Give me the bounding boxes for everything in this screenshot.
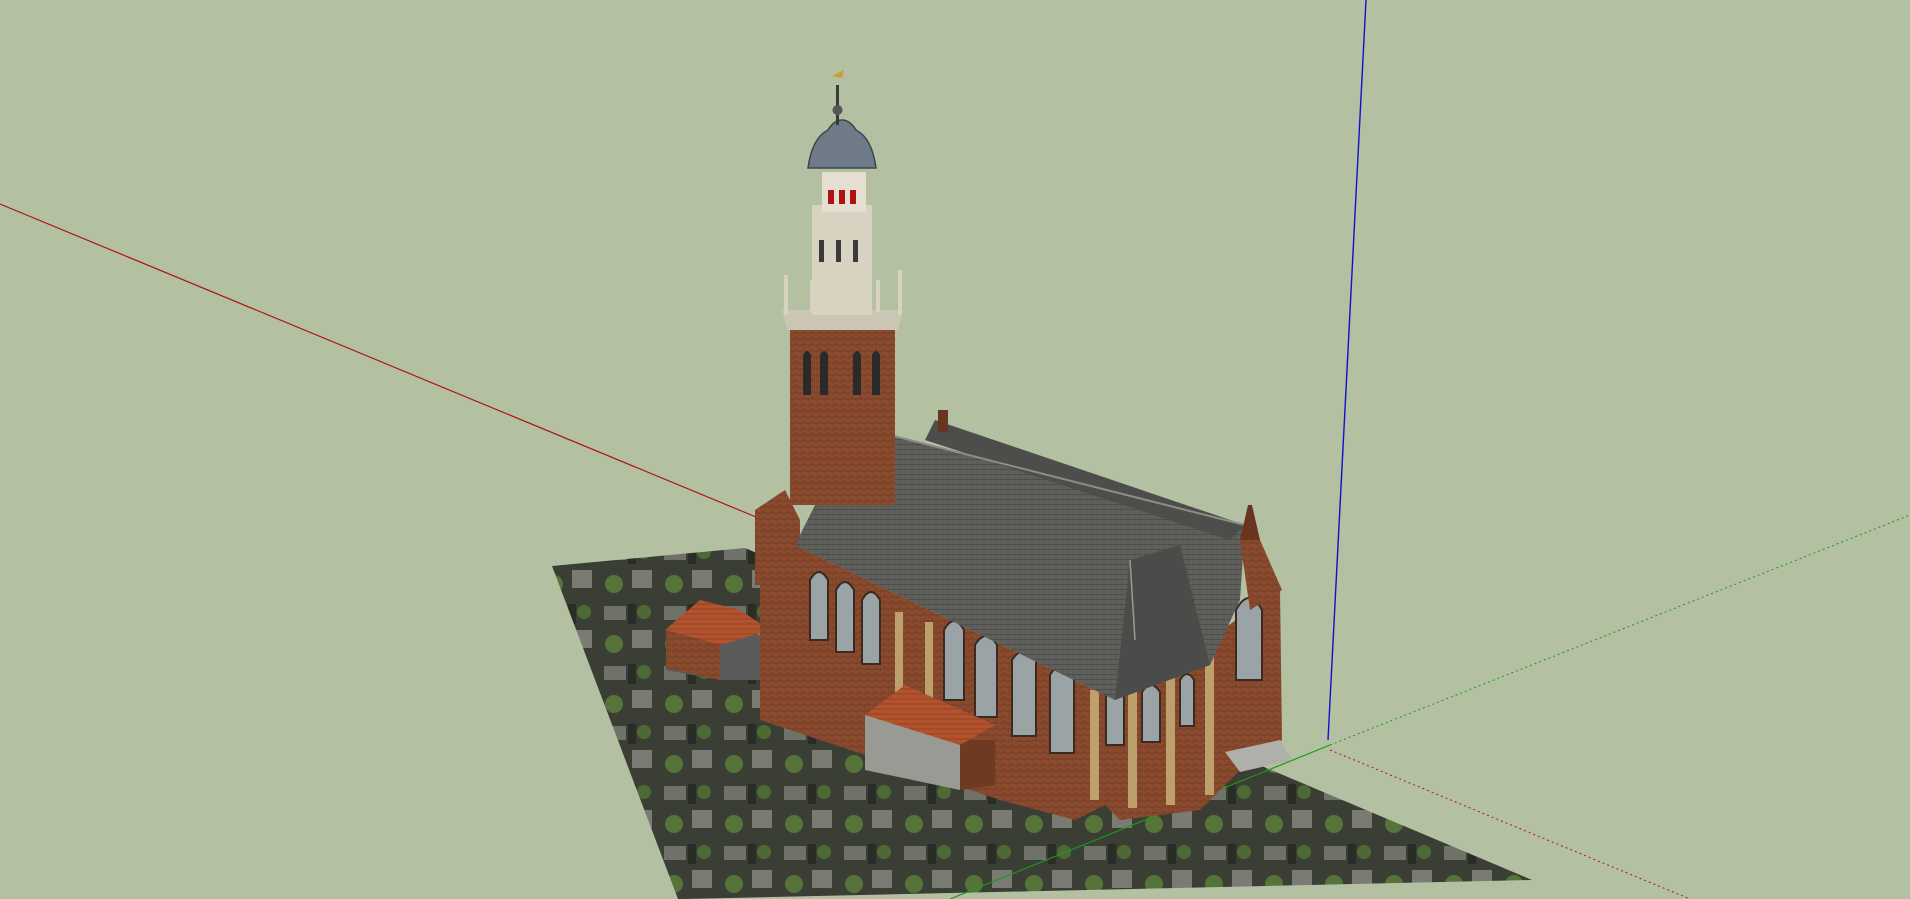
porch-wall [960,740,995,790]
model-viewport[interactable] [0,0,1910,899]
blue-axis [1327,0,1367,741]
tower-crown [807,119,877,169]
scene-canvas[interactable] [0,0,1910,899]
red-bell-openings [828,190,856,204]
spire-orb [832,105,843,115]
green-axis-dotted [1329,514,1910,746]
weather-vane [832,70,844,78]
gable-pinnacle [1240,505,1260,540]
chimney [938,410,948,432]
red-axis [0,203,757,518]
